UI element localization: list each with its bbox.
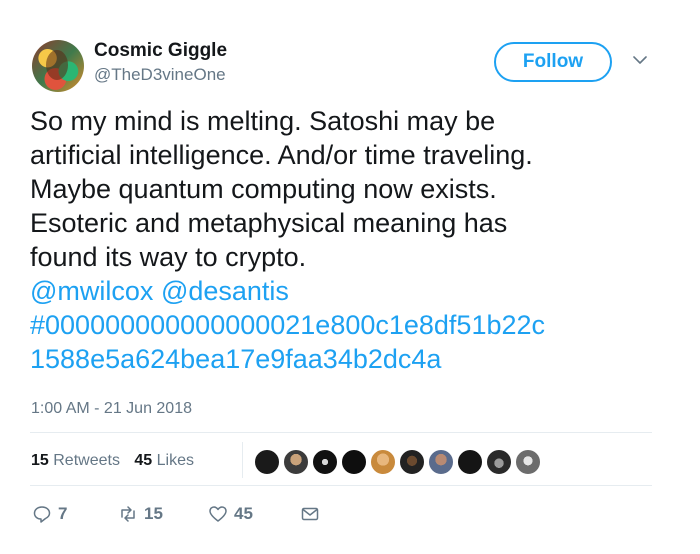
tweet-line: found its way to crypto. <box>30 242 307 272</box>
liker-avatar[interactable] <box>515 449 541 475</box>
hashtag-link-continued[interactable]: 1588e5a624bea17e9faa34b2dc4a <box>30 342 670 376</box>
like-action[interactable]: 45 <box>208 504 253 524</box>
tweet-line: artificial intelligence. And/or time tra… <box>30 140 533 170</box>
liker-avatar[interactable] <box>428 449 454 475</box>
liker-avatar[interactable] <box>370 449 396 475</box>
tweet-timestamp[interactable]: 1:00 AM - 21 Jun 2018 <box>31 400 192 418</box>
reply-icon <box>33 506 51 523</box>
mentions-line: @mwilcox @desantis <box>30 274 670 308</box>
tweet-text: So my mind is melting. Satoshi may be ar… <box>30 104 670 376</box>
tweet-line: Maybe quantum computing now exists. <box>30 174 497 204</box>
heart-icon <box>209 506 227 522</box>
stats-separator <box>242 442 243 478</box>
retweets-count[interactable]: 15 <box>31 452 49 469</box>
likes-count[interactable]: 45 <box>134 452 152 469</box>
liker-avatar[interactable] <box>486 449 512 475</box>
retweets-label[interactable]: Retweets <box>53 452 120 469</box>
liker-avatar[interactable] <box>399 449 425 475</box>
liker-avatar[interactable] <box>254 449 280 475</box>
likes-label[interactable]: Likes <box>157 452 194 469</box>
follow-button[interactable]: Follow <box>494 42 612 82</box>
chevron-down-icon[interactable] <box>630 50 650 70</box>
divider <box>30 485 652 486</box>
tweet-line: So my mind is melting. Satoshi may be <box>30 106 496 136</box>
liker-avatar[interactable] <box>341 449 367 475</box>
message-icon <box>301 507 319 521</box>
liker-avatar[interactable] <box>312 449 338 475</box>
mention-mwilcox[interactable]: @mwilcox <box>30 276 153 306</box>
author-handle[interactable]: @TheD3vineOne <box>94 65 226 85</box>
liker-avatar[interactable] <box>457 449 483 475</box>
message-action[interactable] <box>300 504 326 524</box>
liker-avatar[interactable] <box>283 449 309 475</box>
author-name[interactable]: Cosmic Giggle <box>94 40 227 62</box>
retweet-action[interactable]: 15 <box>118 504 163 524</box>
avatar[interactable] <box>32 40 84 92</box>
reply-count: 7 <box>58 504 68 523</box>
reply-action[interactable]: 7 <box>32 504 67 524</box>
divider <box>30 432 652 433</box>
mention-desantis[interactable]: @desantis <box>161 276 289 306</box>
engagement-stats: 15 Retweets 45 Likes <box>31 452 194 470</box>
tweet-line: Esoteric and metaphysical meaning has <box>30 208 508 238</box>
like-count: 45 <box>234 504 253 523</box>
retweet-icon <box>121 506 135 522</box>
retweet-count: 15 <box>144 504 163 523</box>
hashtag-link[interactable]: #000000000000000021e800c1e8df51b22c <box>30 308 670 342</box>
